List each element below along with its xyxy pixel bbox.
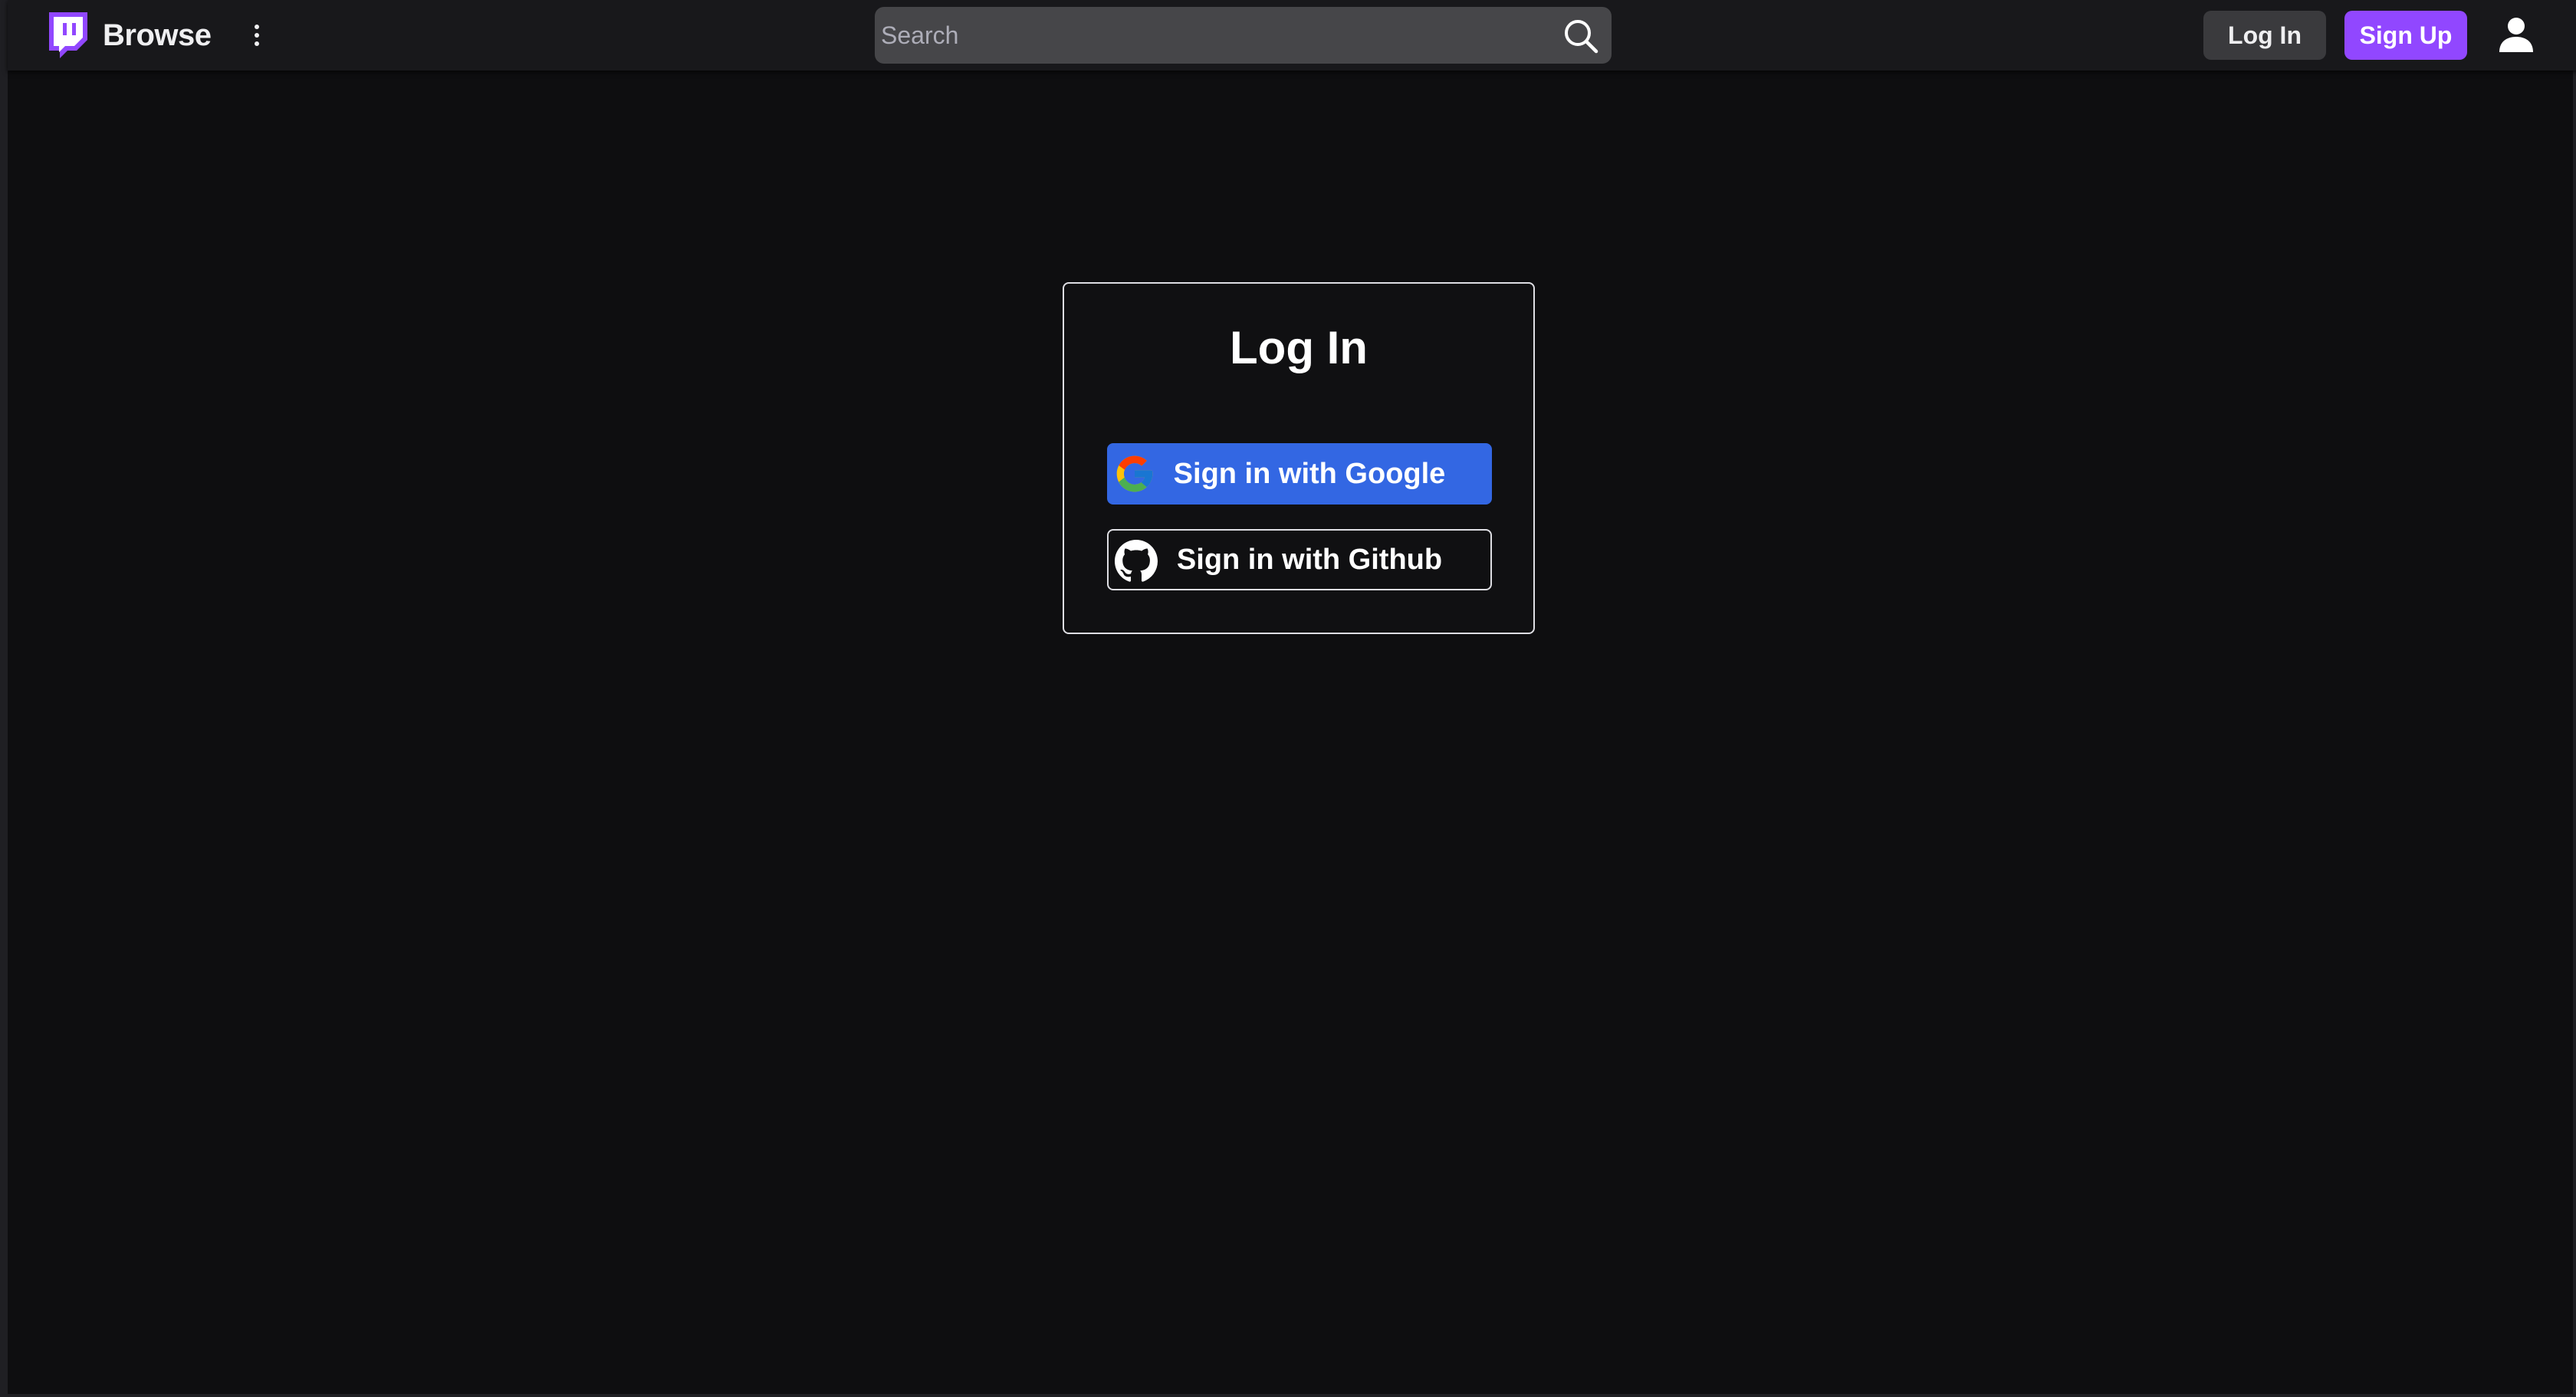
github-signin-label: Sign in with Github (1176, 543, 1443, 576)
app-window: Browse Log In Sign Up Log In (0, 0, 2576, 1397)
kebab-dot (255, 41, 259, 46)
search-input[interactable] (881, 7, 1540, 64)
browse-link[interactable]: Browse (103, 15, 212, 55)
google-signin-button[interactable]: Sign in with Google (1107, 443, 1492, 505)
user-icon[interactable] (2495, 14, 2538, 57)
search-bar (875, 7, 1612, 64)
search-icon[interactable] (1561, 16, 1601, 56)
twitch-logo-icon[interactable] (44, 11, 90, 58)
google-signin-label: Sign in with Google (1173, 457, 1446, 490)
login-title: Log In (1230, 322, 1368, 373)
signup-button[interactable]: Sign Up (2344, 11, 2467, 60)
more-vertical-icon[interactable] (245, 20, 268, 51)
kebab-dot (255, 33, 259, 38)
login-card: Log In Sign in with Google Sign in with … (1063, 282, 1535, 634)
kebab-dot (255, 25, 259, 29)
login-button[interactable]: Log In (2203, 11, 2326, 60)
github-signin-button[interactable]: Sign in with Github (1107, 529, 1492, 590)
top-nav: Browse Log In Sign Up (8, 0, 2576, 71)
